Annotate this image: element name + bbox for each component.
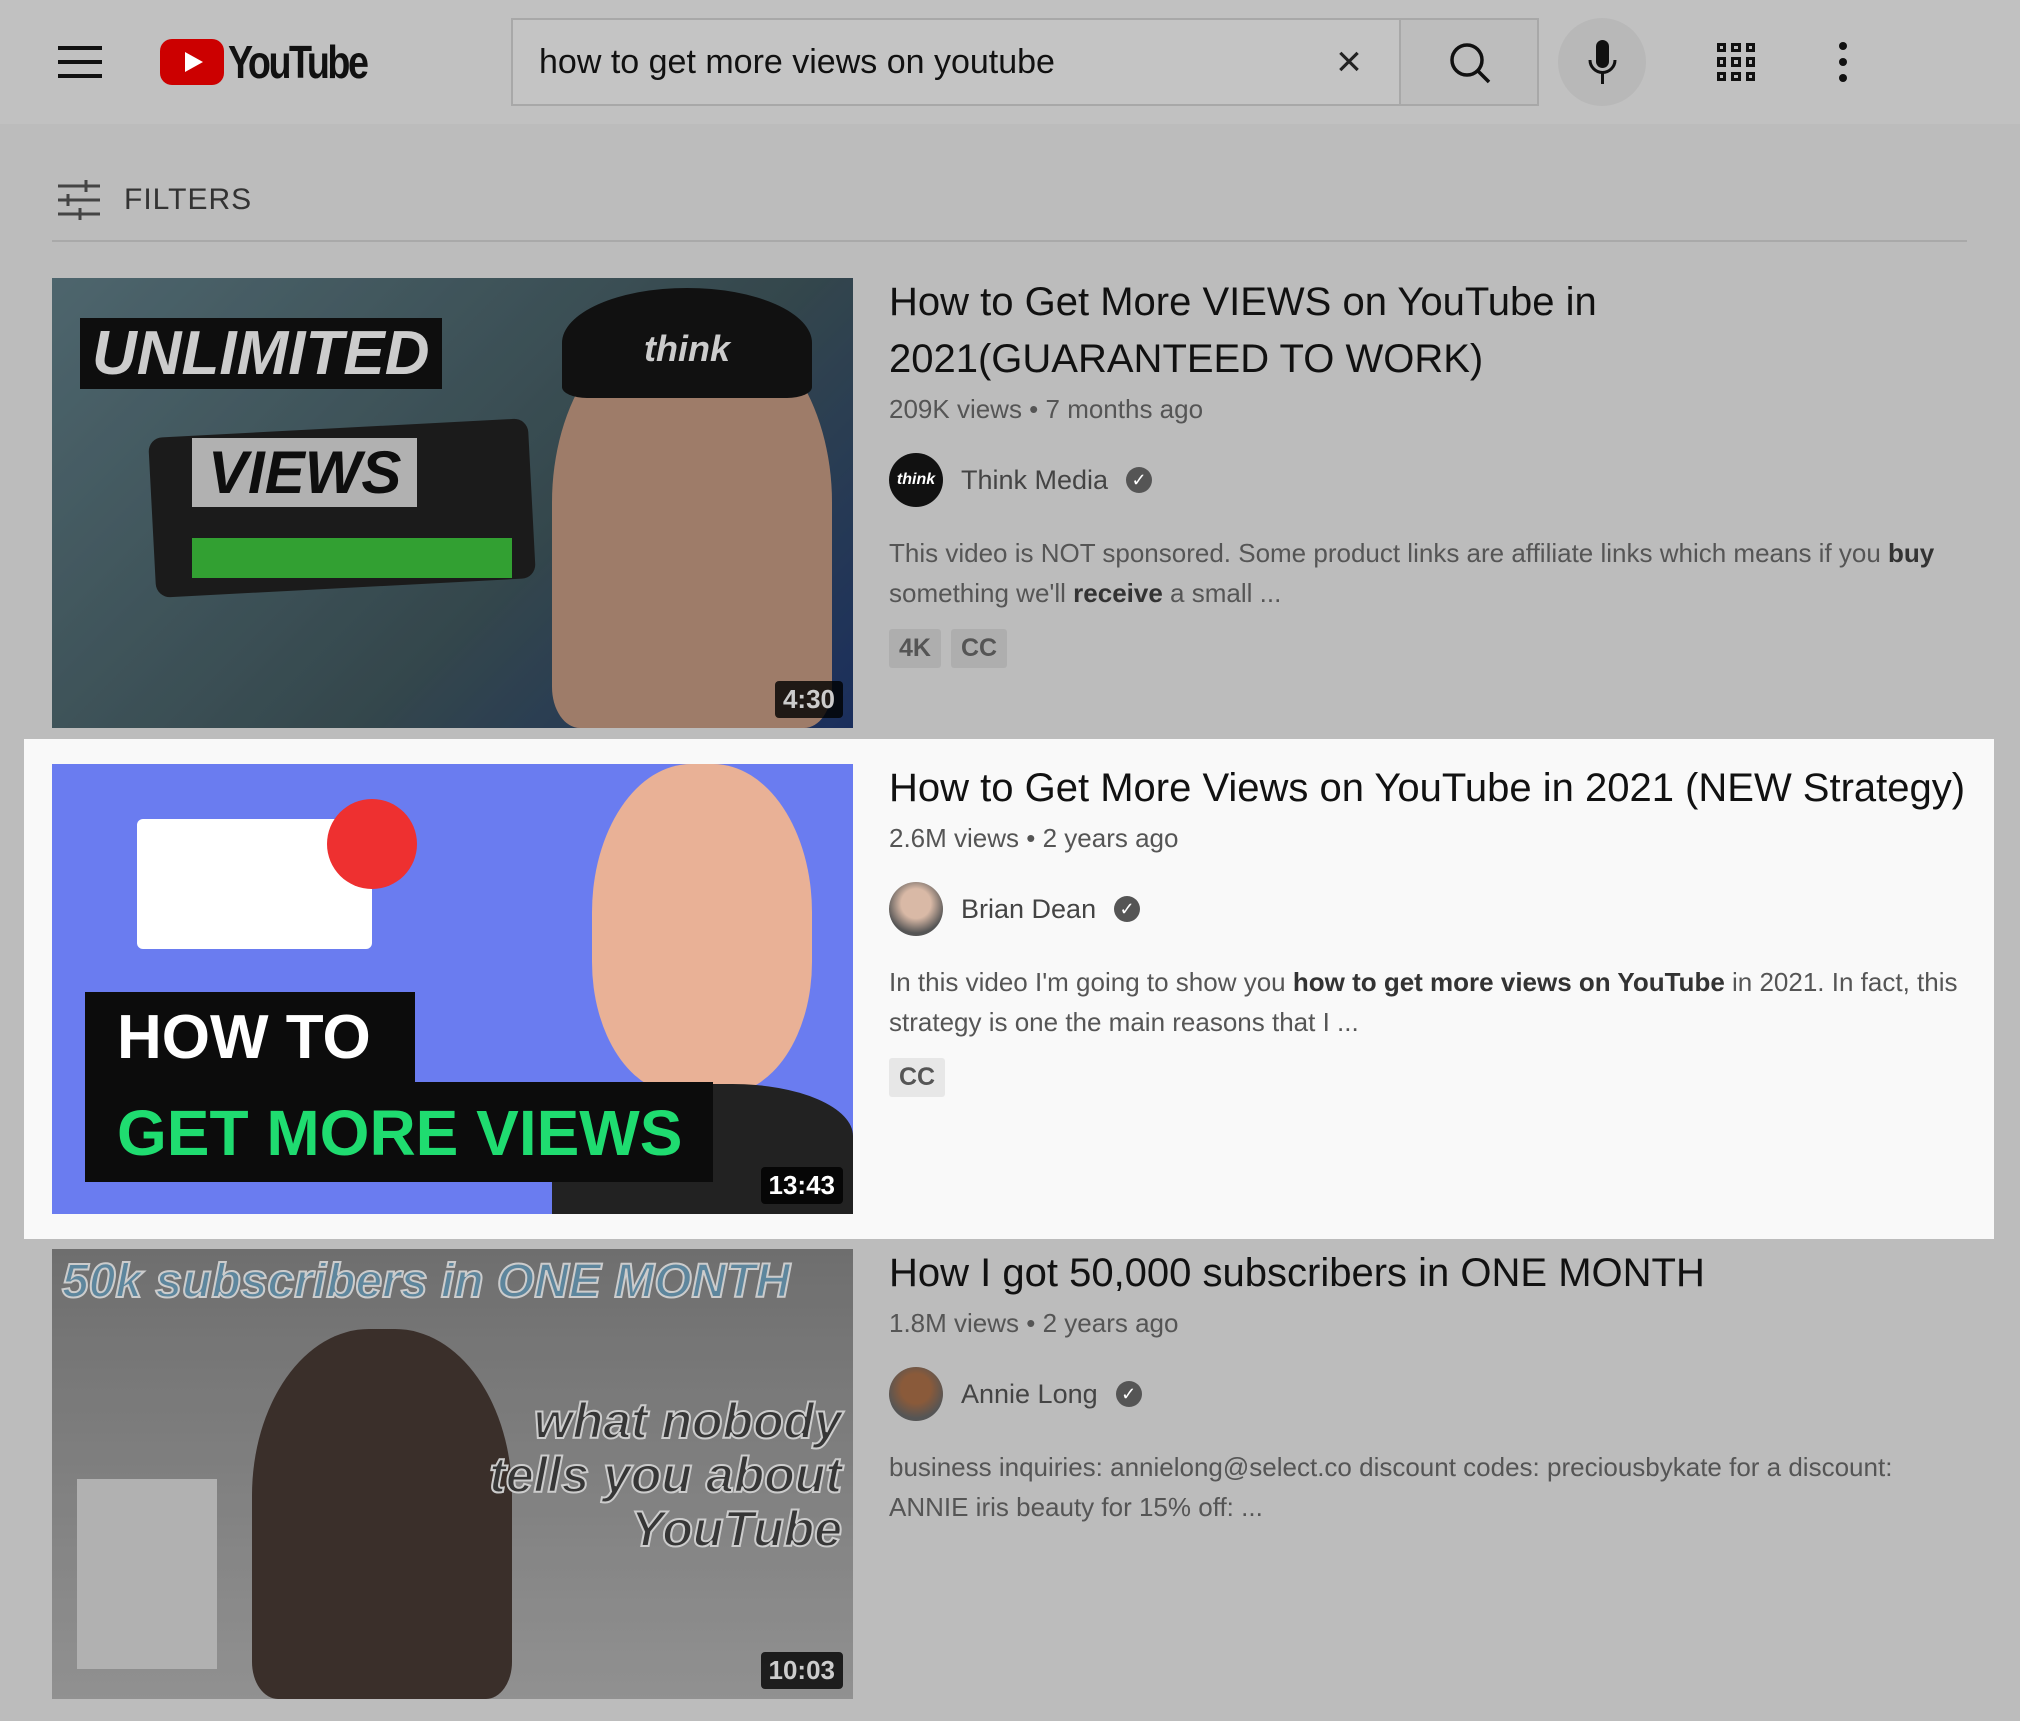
video-thumbnail[interactable]: UNLIMITED VIEWS think 4:30 bbox=[52, 278, 853, 728]
video-description: This video is NOT sponsored. Some produc… bbox=[889, 533, 1969, 613]
video-description: business inquiries: annielong@select.co … bbox=[889, 1447, 1969, 1527]
verified-check-icon: ✓ bbox=[1114, 896, 1141, 922]
thumbnail-text: GET MORE VIEWS bbox=[85, 1082, 713, 1182]
description-text: In this video I'm going to show you bbox=[889, 967, 1293, 997]
logo-text: YouTube bbox=[228, 36, 369, 88]
video-description: In this video I'm going to show you how … bbox=[889, 962, 1969, 1042]
menu-icon[interactable] bbox=[58, 46, 102, 78]
verified-check-icon: ✓ bbox=[1126, 467, 1153, 493]
badges: 4K CC bbox=[889, 629, 1969, 668]
badge-cc: CC bbox=[950, 629, 1008, 668]
filters-label: FILTERS bbox=[124, 183, 253, 216]
video-thumbnail[interactable]: HOW TO GET MORE VIEWS 13:43 bbox=[52, 764, 853, 1214]
thumbnail-text: UNLIMITED bbox=[80, 318, 442, 389]
search-button[interactable] bbox=[1400, 18, 1539, 106]
apps-grid-icon[interactable] bbox=[1717, 43, 1755, 81]
video-title[interactable]: How I got 50,000 subscribers in ONE MONT… bbox=[889, 1245, 1969, 1302]
thumbnail-text: think bbox=[562, 288, 812, 398]
video-metadata: 209K views • 7 months ago bbox=[889, 394, 1204, 424]
thumbnail-text: VIEWS bbox=[192, 438, 418, 507]
channel-name[interactable]: Think Media bbox=[961, 465, 1108, 496]
channel-avatar[interactable]: think bbox=[889, 453, 943, 507]
badge-4k: 4K bbox=[889, 629, 941, 668]
video-duration: 4:30 bbox=[774, 681, 843, 718]
badges: CC bbox=[889, 1058, 1969, 1097]
video-metadata: 2.6M views • 2 years ago bbox=[889, 823, 1179, 853]
divider bbox=[52, 240, 1967, 242]
avatar-text: think bbox=[896, 471, 936, 488]
video-metadata: 1.8M views • 2 years ago bbox=[889, 1308, 1179, 1338]
description-text: a small ... bbox=[1162, 578, 1282, 608]
video-title[interactable]: How to Get More Views on YouTube in 2021… bbox=[889, 760, 1969, 817]
clear-search-icon[interactable]: × bbox=[1319, 37, 1379, 87]
filters-button[interactable]: FILTERS bbox=[58, 180, 252, 220]
channel-name[interactable]: Brian Dean bbox=[961, 894, 1096, 925]
channel-avatar[interactable] bbox=[889, 1367, 943, 1421]
video-duration: 13:43 bbox=[760, 1167, 843, 1204]
channel-avatar[interactable] bbox=[889, 882, 943, 936]
description-highlight: how to get more views on YouTube bbox=[1292, 967, 1725, 997]
description-text: This video is NOT sponsored. Some produc… bbox=[889, 538, 1889, 568]
youtube-logo[interactable]: YouTube bbox=[160, 36, 397, 88]
channel-link[interactable]: Annie Long ✓ bbox=[889, 1367, 1969, 1421]
description-highlight: receive bbox=[1073, 578, 1163, 608]
youtube-play-icon bbox=[160, 39, 224, 85]
description-text: something we'll bbox=[889, 578, 1074, 608]
thumbnail-text: 50k subscribers in ONE MONTH bbox=[61, 1254, 791, 1309]
video-title[interactable]: How to Get More VIEWS on YouTube in 2021… bbox=[889, 274, 1969, 388]
more-options-icon[interactable] bbox=[1838, 42, 1848, 82]
filter-sliders-icon bbox=[58, 180, 100, 220]
search-query[interactable]: how to get more views on youtube bbox=[513, 43, 1319, 82]
video-thumbnail[interactable]: 50k subscribers in ONE MONTH what nobody… bbox=[52, 1249, 853, 1699]
video-duration: 10:03 bbox=[760, 1652, 843, 1689]
microphone-icon bbox=[1588, 40, 1617, 84]
description-text: business inquiries: annielong@select.co … bbox=[889, 1452, 1893, 1522]
thumbnail-text: what nobody tells you about YouTube bbox=[488, 1393, 843, 1557]
thumbnail-text: HOW TO bbox=[85, 992, 415, 1082]
search-icon bbox=[1450, 43, 1491, 84]
channel-link[interactable]: think Think Media ✓ bbox=[889, 453, 1969, 507]
channel-link[interactable]: Brian Dean ✓ bbox=[889, 882, 1969, 936]
voice-search-button[interactable] bbox=[1558, 18, 1646, 106]
channel-name[interactable]: Annie Long bbox=[961, 1379, 1098, 1410]
badge-cc: CC bbox=[889, 1058, 946, 1097]
verified-check-icon: ✓ bbox=[1115, 1381, 1142, 1407]
search-input[interactable]: how to get more views on youtube × bbox=[511, 18, 1401, 106]
description-highlight: buy bbox=[1888, 538, 1935, 568]
